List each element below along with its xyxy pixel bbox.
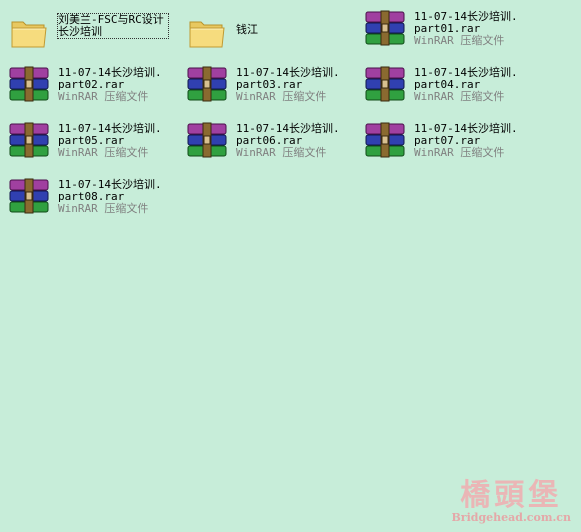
watermark-text-cn: 橋頭堡 — [460, 478, 563, 513]
winrar-archive-icon — [187, 66, 227, 102]
folder-name: 钱江 — [236, 23, 258, 36]
rar-file-item[interactable]: 11-07-14长沙培训. part07.rar WinRAR 压缩文件 — [356, 120, 526, 168]
rar-file-item[interactable]: 11-07-14长沙培训. part08.rar WinRAR 压缩文件 — [0, 176, 170, 224]
winrar-archive-icon — [9, 178, 49, 214]
folder-name: 刘美兰-FSC与RC设计长沙培训 — [57, 13, 169, 39]
rar-file-item[interactable]: 11-07-14长沙培训. part05.rar WinRAR 压缩文件 — [0, 120, 170, 168]
winrar-archive-icon — [187, 122, 227, 158]
winrar-archive-icon — [365, 66, 405, 102]
rar-file-item[interactable]: 11-07-14长沙培训. part02.rar WinRAR 压缩文件 — [0, 64, 170, 112]
file-type: WinRAR 压缩文件 — [414, 34, 505, 47]
file-type: WinRAR 压缩文件 — [414, 90, 505, 103]
rar-file-item[interactable]: 11-07-14长沙培训. part06.rar WinRAR 压缩文件 — [178, 120, 348, 168]
file-type: WinRAR 压缩文件 — [58, 146, 149, 159]
file-type: WinRAR 压缩文件 — [414, 146, 505, 159]
winrar-archive-icon — [9, 66, 49, 102]
winrar-archive-icon — [365, 122, 405, 158]
file-type: WinRAR 压缩文件 — [58, 202, 149, 215]
winrar-archive-icon — [9, 122, 49, 158]
folder-item[interactable]: 刘美兰-FSC与RC设计长沙培训 — [0, 12, 170, 60]
file-type: WinRAR 压缩文件 — [236, 146, 327, 159]
watermark-text-en: Bridgehead.com.cn — [451, 511, 572, 524]
winrar-archive-icon — [365, 10, 405, 46]
folder-icon — [11, 21, 47, 48]
folder-item[interactable]: 钱江 — [178, 12, 348, 60]
folder-icon — [189, 21, 225, 48]
rar-file-item[interactable]: 11-07-14长沙培训. part01.rar WinRAR 压缩文件 — [356, 8, 526, 56]
rar-file-item[interactable]: 11-07-14长沙培训. part04.rar WinRAR 压缩文件 — [356, 64, 526, 112]
file-type: WinRAR 压缩文件 — [58, 90, 149, 103]
file-type: WinRAR 压缩文件 — [236, 90, 327, 103]
file-view: 刘美兰-FSC与RC设计长沙培训 钱江 11-07-14长沙培训. part01… — [0, 0, 581, 532]
watermark: 橋頭堡 Bridgehead.com.cn — [452, 480, 572, 524]
rar-file-item[interactable]: 11-07-14长沙培训. part03.rar WinRAR 压缩文件 — [178, 64, 348, 112]
